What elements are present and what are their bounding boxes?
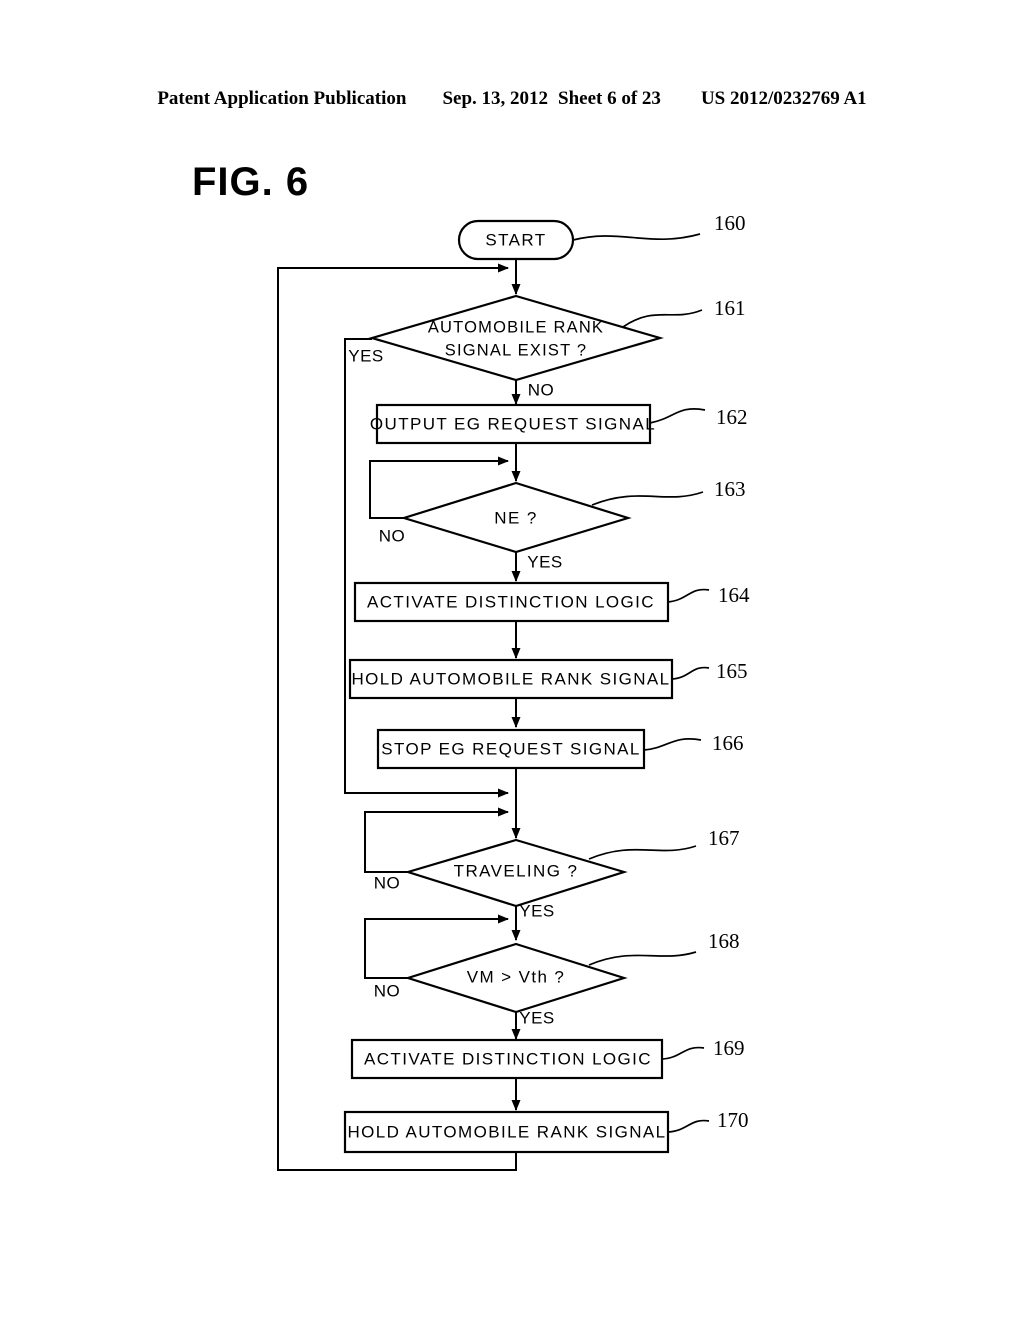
- leader-line-169: [661, 1046, 705, 1060]
- ref-number-169: 169: [713, 1036, 745, 1060]
- ref-number-163: 163: [714, 477, 746, 501]
- ref-number-166: 166: [712, 731, 744, 755]
- node-decision-161[interactable]: [368, 294, 664, 382]
- node-164-label: ACTIVATE DISTINCTION LOGIC: [367, 592, 655, 611]
- leader-line-167: [588, 845, 697, 860]
- ref-number-170: 170: [717, 1108, 749, 1132]
- edge-label-161-no: NO: [528, 380, 555, 399]
- leader-line-170: [667, 1119, 710, 1133]
- node-165-label: HOLD AUTOMOBILE RANK SIGNAL: [351, 669, 670, 688]
- ref-number-168: 168: [708, 929, 740, 953]
- node-start-label: START: [485, 230, 546, 249]
- leader-line-160: [572, 233, 701, 241]
- leader-line-168: [588, 951, 697, 966]
- edge-label-168-yes: YES: [519, 1008, 555, 1027]
- node-161-label-line1: AUTOMOBILE RANK: [428, 318, 604, 336]
- ref-number-162: 162: [716, 405, 748, 429]
- edge-label-161-yes: YES: [348, 346, 384, 365]
- edge-label-167-yes: YES: [519, 901, 555, 920]
- ref-number-164: 164: [718, 583, 750, 607]
- edge-label-168-no: NO: [374, 981, 401, 1000]
- leader-line-166: [643, 738, 702, 751]
- leader-line-161: [622, 309, 703, 328]
- leader-line-162: [649, 408, 706, 424]
- ref-number-167: 167: [708, 826, 740, 850]
- leader-line-164: [667, 588, 710, 603]
- leader-line-165: [671, 666, 710, 680]
- edge-label-163-no: NO: [379, 526, 406, 545]
- ref-number-161: 161: [714, 296, 746, 320]
- node-162-label: OUTPUT EG REQUEST SIGNAL: [370, 414, 656, 433]
- node-163-label: NE ?: [494, 508, 537, 527]
- leader-line-163: [591, 491, 704, 506]
- node-166-label: STOP EG REQUEST SIGNAL: [381, 739, 640, 758]
- node-169-label: ACTIVATE DISTINCTION LOGIC: [364, 1049, 652, 1068]
- node-168-label: VM > Vth ?: [467, 967, 566, 986]
- patent-figure-page: Patent Application Publication Sep. 13, 2…: [0, 0, 1024, 1320]
- ref-number-160: 160: [714, 211, 746, 235]
- node-161-label-line2: SIGNAL EXIST ?: [445, 341, 587, 359]
- node-167-label: TRAVELING ?: [454, 861, 579, 880]
- edge-outer-return-loop: [277, 263, 517, 1171]
- ref-number-165: 165: [716, 659, 748, 683]
- node-170-label: HOLD AUTOMOBILE RANK SIGNAL: [347, 1122, 666, 1141]
- edge-label-163-yes: YES: [527, 552, 563, 571]
- flowchart-canvas: START AUTOMOBILE RANK SIGNAL EXIST ? OUT…: [277, 211, 750, 1171]
- edge-label-167-no: NO: [374, 873, 401, 892]
